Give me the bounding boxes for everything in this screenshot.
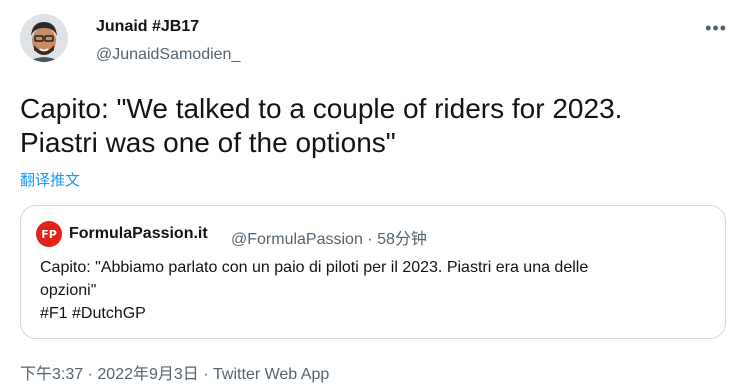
quoted-meta: @FormulaPassion · 58分钟	[231, 225, 427, 249]
quoted-author-name: FormulaPassion.it	[69, 225, 208, 242]
tweet-text: Capito: "We talked to a couple of riders…	[20, 93, 623, 158]
author-name[interactable]: Junaid #JB17	[96, 18, 199, 36]
quoted-time: 58分钟	[377, 231, 427, 248]
avatar-image	[20, 14, 68, 62]
quoted-tweet[interactable]: FP FormulaPassion.it @FormulaPassion · 5…	[20, 205, 726, 339]
quoted-meta-separator: ·	[367, 231, 373, 248]
more-icon[interactable]: •••	[705, 18, 727, 39]
footer-separator: ·	[203, 366, 209, 383]
tweet-time[interactable]: 下午3:37	[20, 366, 83, 383]
tweet-date[interactable]: 2022年9月3日	[97, 366, 198, 383]
tweet-source[interactable]: Twitter Web App	[213, 366, 329, 383]
translate-tweet-link[interactable]: 翻译推文	[20, 169, 80, 190]
quoted-author-handle: @FormulaPassion	[231, 231, 363, 248]
author-handle[interactable]: @JunaidSamodien_	[96, 46, 240, 64]
footer-separator: ·	[87, 366, 93, 383]
avatar[interactable]	[20, 14, 68, 62]
quoted-text: Capito: "Abbiamo parlato con un paio di …	[40, 259, 589, 322]
tweet-footer: 下午3:37 · 2022年9月3日 · Twitter Web App	[20, 360, 329, 384]
formulapassion-logo-icon: FP	[36, 221, 62, 247]
